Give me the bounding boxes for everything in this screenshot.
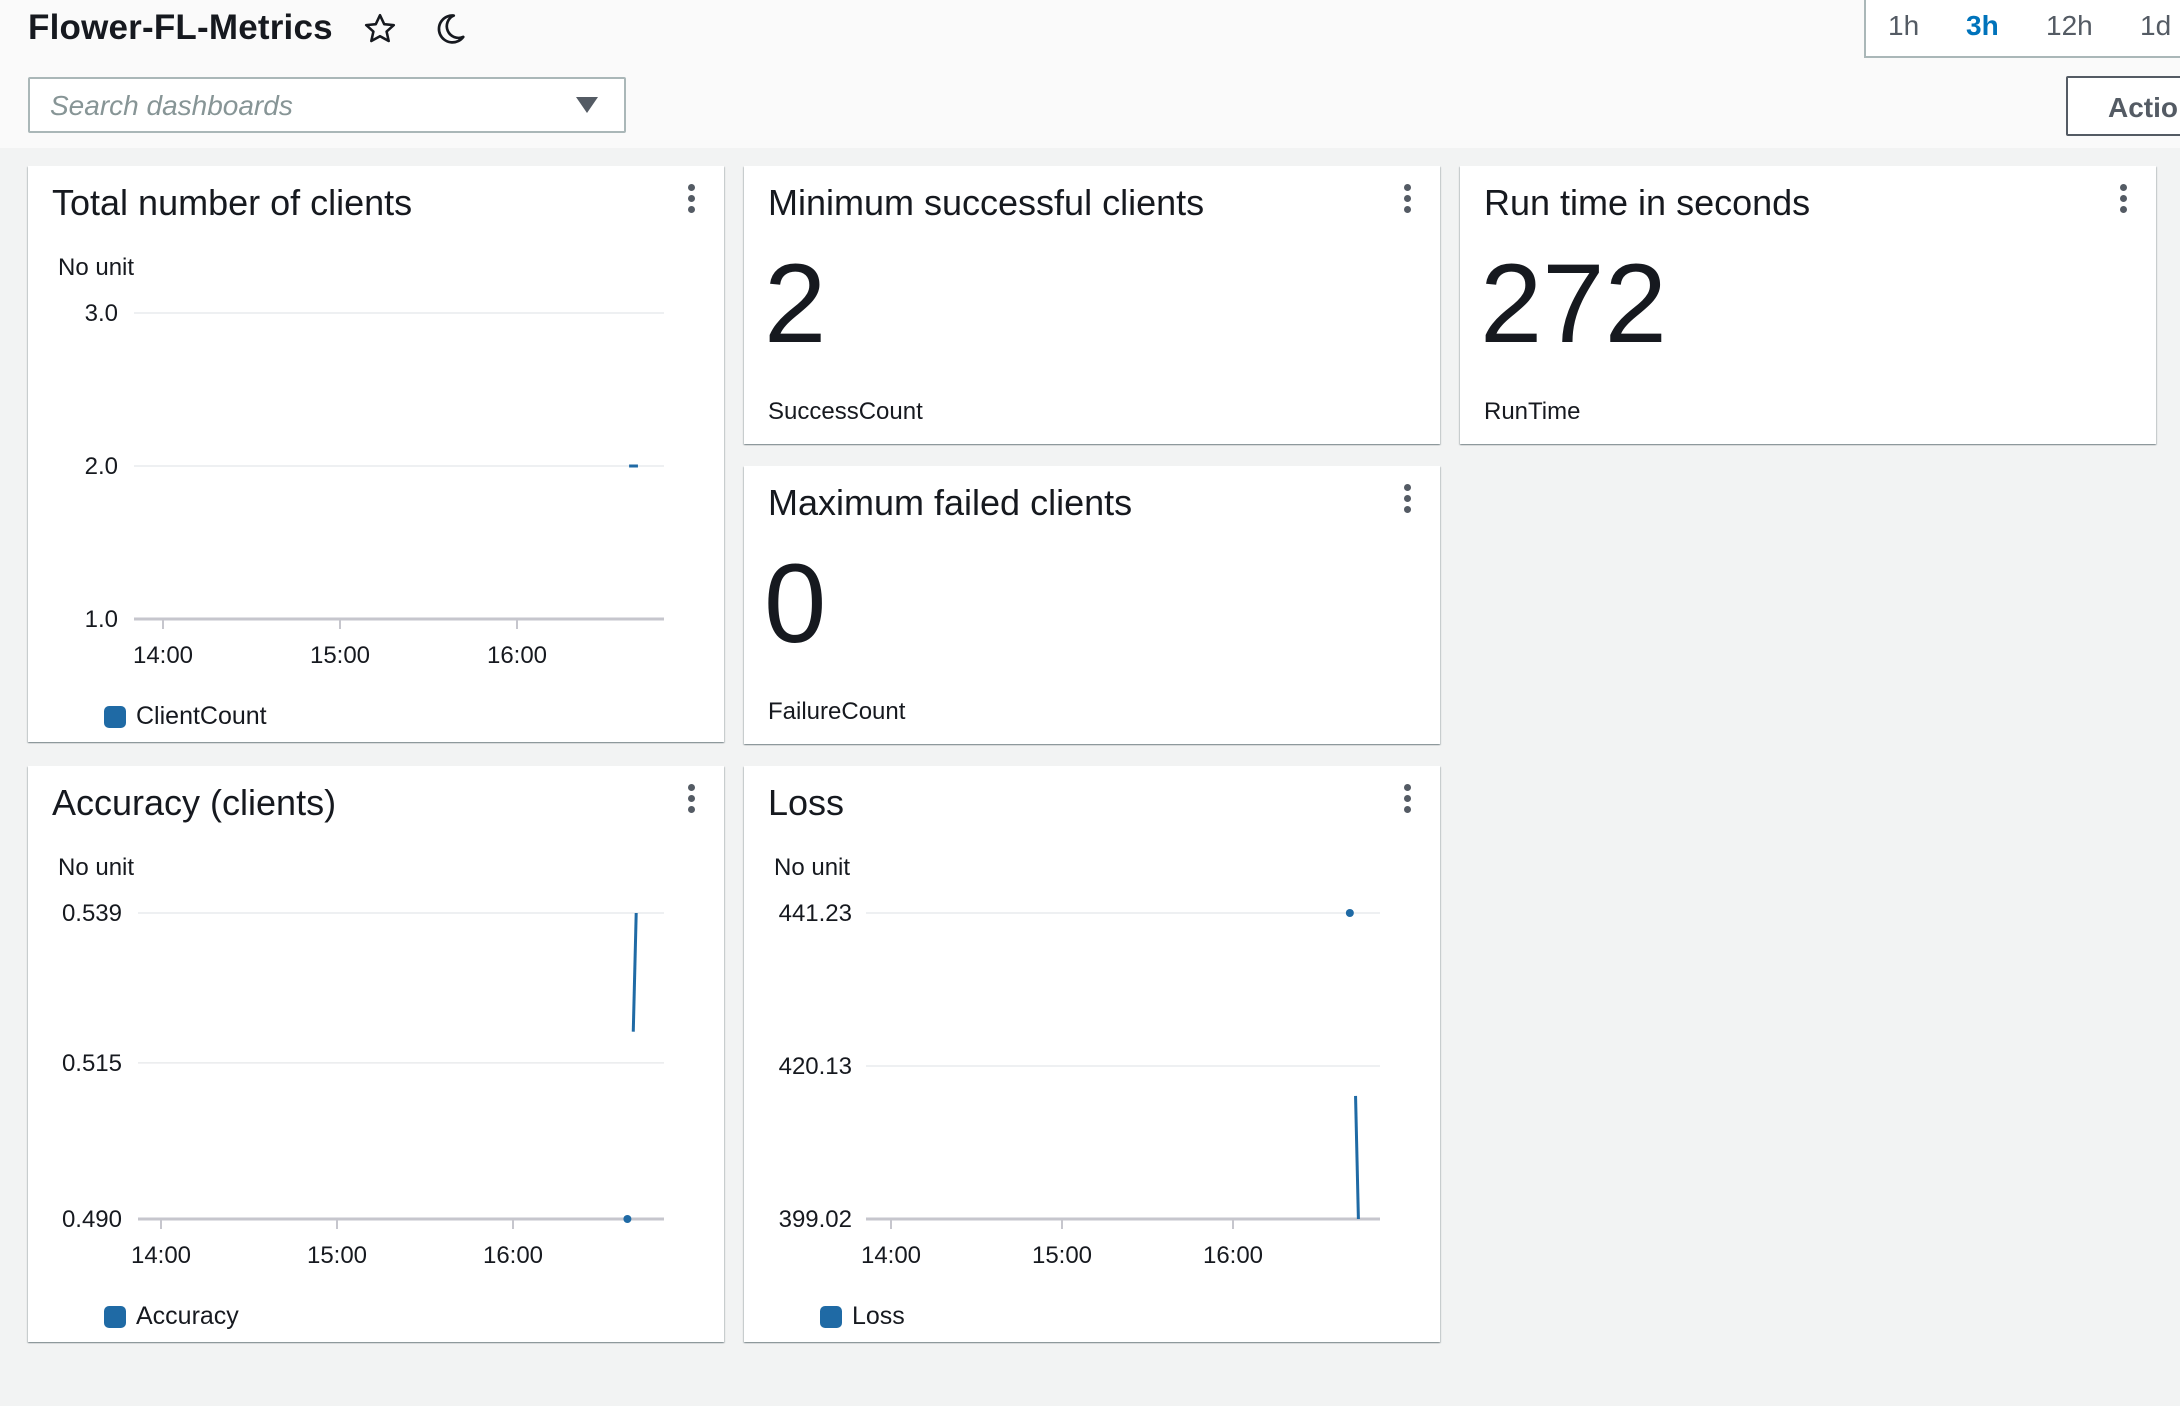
more-options-icon[interactable] bbox=[1402, 484, 1412, 514]
widget-loss: Loss No unit 441.23 420.13 399.02 14:00 15:0… bbox=[744, 766, 1440, 1342]
y-tick-label: 441.23 bbox=[779, 900, 852, 927]
metric-value: 272 bbox=[1480, 241, 1667, 366]
widget-accuracy: Accuracy (clients) No unit 0.539 0.515 0.4… bbox=[28, 766, 724, 1342]
legend-item[interactable]: Accuracy bbox=[104, 1302, 239, 1331]
y-tick-label: 399.02 bbox=[779, 1206, 852, 1233]
metric-value: 2 bbox=[764, 241, 827, 366]
legend-swatch bbox=[820, 1305, 842, 1328]
caret-down-icon[interactable] bbox=[576, 97, 598, 113]
legend-swatch bbox=[104, 705, 126, 728]
metric-name: FailureCount bbox=[768, 698, 906, 725]
more-options-icon[interactable] bbox=[1402, 184, 1412, 214]
legend-label: ClientCount bbox=[136, 702, 267, 730]
search-dashboards-dropdown[interactable] bbox=[28, 77, 626, 133]
range-1h[interactable]: 1h bbox=[1888, 10, 1919, 42]
legend-swatch bbox=[104, 1305, 126, 1328]
x-tick-label: 15:00 bbox=[310, 642, 370, 669]
widget-total-clients: Total number of clients No unit 3.0 2.0 1.… bbox=[28, 166, 724, 742]
range-1d[interactable]: 1d bbox=[2140, 10, 2171, 42]
data-point[interactable] bbox=[1345, 909, 1354, 917]
dashboard-title: Flower-FL-Metrics bbox=[28, 8, 333, 47]
accuracy-chart: 0.539 0.515 0.490 14:00 15:00 16:00 bbox=[62, 900, 664, 1269]
widget-title: Minimum successful clients bbox=[768, 182, 1205, 223]
widget-run-time: Run time in seconds 272 RunTime bbox=[1460, 166, 2156, 444]
y-tick-label: 0.539 bbox=[62, 900, 122, 927]
x-tick-label: 16:00 bbox=[1203, 1242, 1263, 1269]
moon-icon[interactable] bbox=[430, 10, 468, 48]
legend-label: Loss bbox=[852, 1302, 905, 1330]
legend-item[interactable]: Loss bbox=[820, 1302, 905, 1331]
star-icon[interactable] bbox=[362, 11, 398, 47]
x-tick-label: 14:00 bbox=[133, 642, 193, 669]
widget-max-failed-clients: Maximum failed clients 0 FailureCount bbox=[744, 466, 1440, 744]
series-line[interactable] bbox=[631, 912, 638, 1032]
widget-title: Run time in seconds bbox=[1484, 182, 1811, 223]
dashboard-header: Flower-FL-Metrics 1h 3h 12h 1d Actio bbox=[0, 0, 2180, 148]
actions-button[interactable]: Actio bbox=[2066, 76, 2180, 136]
metric-name: SuccessCount bbox=[768, 398, 923, 425]
time-range-selector: 1h 3h 12h 1d bbox=[1864, 0, 2180, 58]
metric-name: RunTime bbox=[1484, 398, 1581, 425]
range-12h[interactable]: 12h bbox=[2046, 10, 2093, 42]
x-tick-label: 15:00 bbox=[307, 1242, 367, 1269]
legend-label: Accuracy bbox=[136, 1302, 239, 1330]
x-tick-label: 16:00 bbox=[483, 1242, 543, 1269]
x-tick-label: 16:00 bbox=[487, 642, 547, 669]
widget-title: Maximum failed clients bbox=[768, 482, 1133, 523]
y-tick-label: 0.490 bbox=[62, 1206, 122, 1233]
loss-chart: 441.23 420.13 399.02 14:00 15:00 16:00 bbox=[779, 900, 1380, 1269]
legend-item[interactable]: ClientCount bbox=[104, 702, 267, 731]
client-count-chart: 3.0 2.0 1.0 14:00 15:00 16:00 bbox=[85, 300, 664, 669]
data-point[interactable] bbox=[623, 1215, 632, 1223]
range-3h[interactable]: 3h bbox=[1966, 10, 1999, 42]
x-tick-label: 15:00 bbox=[1032, 1242, 1092, 1269]
y-tick-label: 1.0 bbox=[85, 606, 118, 633]
series-line[interactable] bbox=[1354, 1095, 1360, 1220]
metric-value: 0 bbox=[764, 541, 827, 666]
more-options-icon[interactable] bbox=[2118, 184, 2128, 214]
y-tick-label: 420.13 bbox=[779, 1053, 852, 1080]
x-tick-label: 14:00 bbox=[131, 1242, 191, 1269]
y-tick-label: 2.0 bbox=[85, 453, 118, 480]
widget-min-successful-clients: Minimum successful clients 2 SuccessCoun… bbox=[744, 166, 1440, 444]
search-input[interactable] bbox=[48, 79, 572, 133]
x-tick-label: 14:00 bbox=[861, 1242, 921, 1269]
y-tick-label: 3.0 bbox=[85, 300, 118, 327]
y-tick-label: 0.515 bbox=[62, 1050, 122, 1077]
